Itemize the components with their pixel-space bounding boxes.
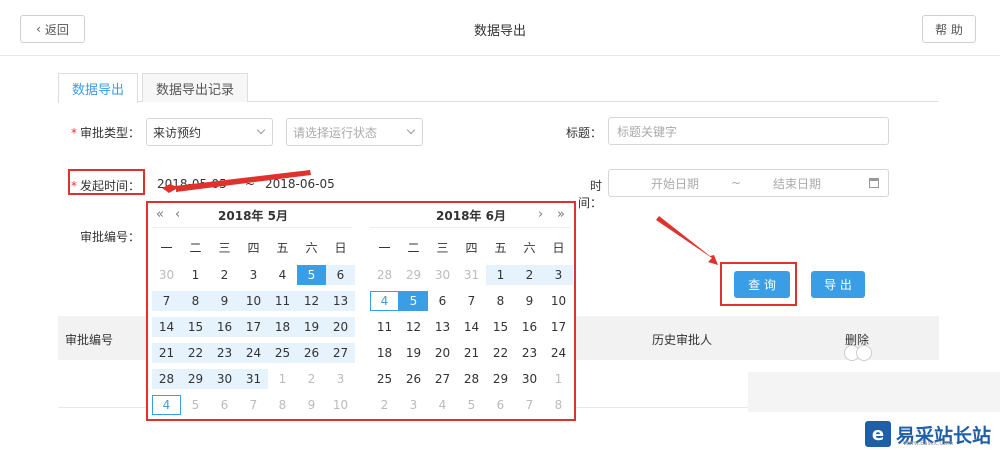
col-history-approver: 历史审批人	[652, 333, 713, 347]
top-bar: ‹ 返回 数据导出 帮 助	[0, 0, 1000, 56]
approval-type-label: * 审批类型：	[70, 126, 140, 140]
time-label: 时间：	[577, 179, 602, 210]
approval-no-label: 审批编号：	[80, 230, 141, 244]
range-separator: ~	[245, 177, 256, 191]
date-range-input[interactable]: 开始日期 ~ 结束日期	[608, 169, 889, 197]
page-title: 数据导出	[473, 24, 526, 39]
arrow-icon	[656, 216, 718, 265]
export-button[interactable]: 导 出	[811, 271, 865, 298]
end-placeholder: 结束日期	[773, 176, 822, 191]
tab-export-records[interactable]: 数据导出记录	[142, 73, 248, 102]
calendar-icon	[869, 178, 879, 188]
highlight-query-button	[720, 262, 797, 306]
tab-data-export[interactable]: 数据导出	[58, 73, 138, 103]
end-date-value[interactable]: 2018-06-05	[265, 177, 335, 191]
start-placeholder: 开始日期	[651, 176, 700, 191]
watermark-sub: Www.Easck.Com	[903, 440, 954, 447]
chevron-down-icon	[256, 125, 266, 135]
loading-bubbles	[840, 345, 876, 363]
start-date-value[interactable]: 2018-05-05	[157, 177, 227, 191]
highlight-calendar	[146, 201, 576, 421]
tab-bar: 数据导出 数据导出记录	[58, 73, 938, 103]
gray-strip	[748, 372, 1000, 412]
site-logo-icon: e	[865, 421, 891, 447]
highlight-start-time	[68, 169, 145, 195]
approval-type-select[interactable]: 来访预约	[146, 118, 273, 146]
status-select[interactable]: 请选择运行状态	[286, 118, 423, 146]
required-star: *	[70, 126, 77, 140]
col-approval-no: 审批编号	[65, 333, 114, 347]
title-label: 标题：	[565, 126, 602, 140]
range-separator: ~	[731, 176, 742, 190]
approval-type-value: 来访预约	[153, 125, 202, 140]
chevron-down-icon	[406, 125, 416, 135]
title-input[interactable]: 标题关键字	[608, 117, 889, 145]
status-placeholder: 请选择运行状态	[293, 125, 378, 140]
help-button[interactable]: 帮 助	[922, 15, 976, 43]
